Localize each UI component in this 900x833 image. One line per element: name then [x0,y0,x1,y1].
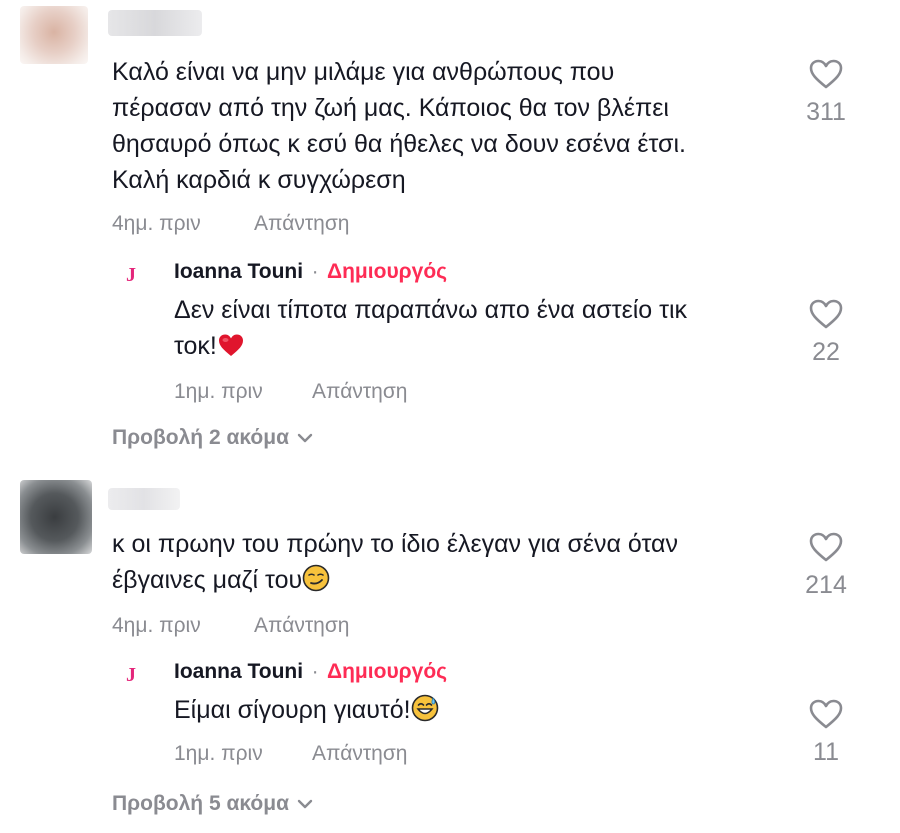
chevron-down-icon [297,799,313,809]
like-count: 22 [812,338,840,366]
separator: · [311,260,319,283]
reply-button[interactable]: Απάντηση [312,742,407,766]
commenter-name[interactable] [108,488,180,510]
grinning-sweat-face-icon [411,694,439,732]
red-heart-icon [217,332,245,368]
heart-icon [809,299,843,329]
commenter-name[interactable] [108,10,202,36]
view-more-label: Προβολή 2 ακόμα [112,426,289,449]
reply-time: 1ημ. πριν [174,380,263,403]
reply-header: Ioanna Touni · Δημιουργός [174,660,447,684]
chevron-down-icon [297,433,313,443]
like-count: 311 [806,98,846,126]
like-button[interactable] [808,531,844,563]
reply-button[interactable]: Απάντηση [254,614,349,638]
reply-text: Είμαι σίγουρη γιαυτό! [174,692,774,732]
comment-time: 4ημ. πριν [112,212,201,235]
creator-badge: Δημιουργός [327,260,448,283]
separator: · [311,660,319,683]
commenter-avatar[interactable] [20,480,92,554]
comment-time: 4ημ. πριν [112,614,201,637]
view-more-label: Προβολή 5 ακόμα [112,792,289,815]
heart-icon [809,532,843,562]
like-button[interactable] [808,698,844,730]
reply-button[interactable]: Απάντηση [254,212,349,236]
reply-text-content: Δεν είναι τίποτα παραπάνω απο ένα αστείο… [174,296,688,360]
creator-avatar[interactable]: J [126,664,136,687]
comment-text: Καλό είναι να μην μιλάμε για ανθρώπους π… [112,58,686,194]
like-button[interactable] [808,58,844,90]
view-more-replies-button[interactable]: Προβολή 2 ακόμα [112,426,313,450]
reply-text: Δεν είναι τίποτα παραπάνω απο ένα αστείο… [174,292,774,368]
creator-avatar[interactable]: J [126,264,136,287]
heart-icon [809,59,843,89]
heart-icon [809,699,843,729]
like-button[interactable] [808,298,844,330]
reply-author-name[interactable]: Ioanna Touni [174,260,303,283]
comment-text: κ οι πρωην του πρώην το ίδιο έλεγαν για … [112,526,792,602]
reply-time: 1ημ. πριν [174,742,263,765]
smirking-face-icon [302,564,330,602]
like-count: 214 [805,571,847,599]
like-count: 11 [813,738,839,766]
reply-header: Ioanna Touni · Δημιουργός [174,260,447,284]
comment-text-content: κ οι πρωην του πρώην το ίδιο έλεγαν για … [112,530,678,594]
reply-author-name[interactable]: Ioanna Touni [174,660,303,683]
creator-badge: Δημιουργός [327,660,448,683]
reply-text-content: Είμαι σίγουρη γιαυτό! [174,696,411,724]
view-more-replies-button[interactable]: Προβολή 5 ακόμα [112,792,313,816]
reply-button[interactable]: Απάντηση [312,380,407,404]
commenter-avatar[interactable] [20,6,88,64]
